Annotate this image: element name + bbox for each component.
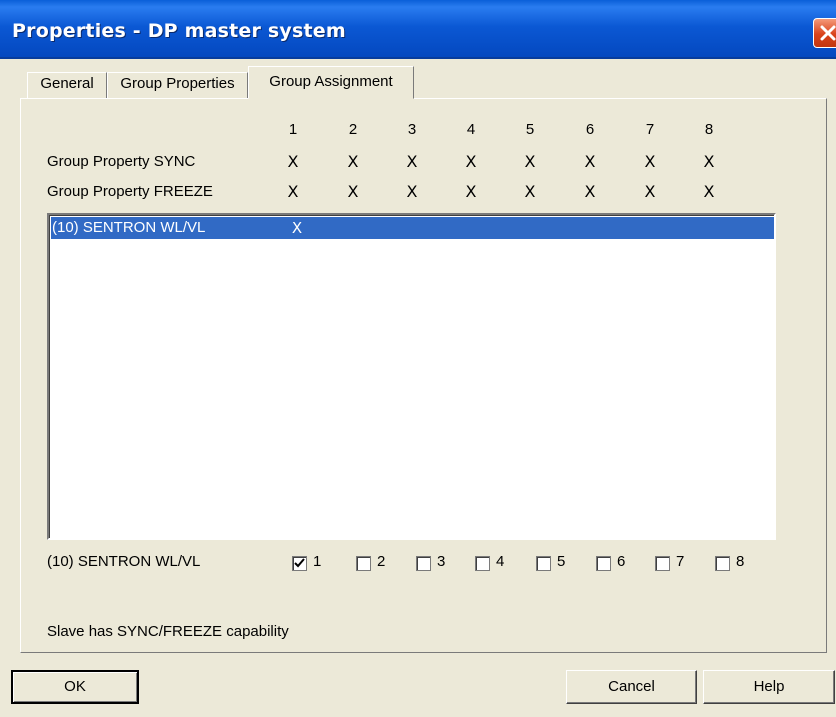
sync-mark-5: X xyxy=(524,152,536,171)
group-checkbox-1-label: 1 xyxy=(313,553,322,570)
group-checkbox-6-label: 6 xyxy=(617,553,626,570)
slave-group-mark: X xyxy=(291,219,303,237)
group-checkbox-7-label: 7 xyxy=(676,553,685,570)
freeze-mark-2: X xyxy=(347,182,359,201)
freeze-mark-1: X xyxy=(287,182,299,201)
group-column-4: 4 xyxy=(466,121,476,138)
tab-strip: General Group Properties Group Assignmen… xyxy=(0,66,836,99)
freeze-mark-5: X xyxy=(524,182,536,201)
freeze-row-label: Group Property FREEZE xyxy=(47,183,213,200)
list-item[interactable]: (10) SENTRON WL/VL X xyxy=(51,217,774,239)
tab-group-properties[interactable]: Group Properties xyxy=(107,72,248,98)
title-bar: Properties - DP master system xyxy=(0,0,836,59)
group-checkbox-4[interactable] xyxy=(475,556,490,571)
freeze-mark-8: X xyxy=(703,182,715,201)
tab-general[interactable]: General xyxy=(27,72,107,98)
slave-name: (10) SENTRON WL/VL xyxy=(52,219,206,236)
sync-mark-4: X xyxy=(465,152,477,171)
cancel-button[interactable]: Cancel xyxy=(566,670,697,704)
status-text: Slave has SYNC/FREEZE capability xyxy=(47,623,289,640)
group-column-3: 3 xyxy=(407,121,417,138)
group-column-7: 7 xyxy=(645,121,655,138)
ok-button[interactable]: OK xyxy=(11,670,139,704)
group-column-5: 5 xyxy=(525,121,535,138)
checkmark-icon xyxy=(294,558,305,568)
sync-mark-7: X xyxy=(644,152,656,171)
group-checkbox-8[interactable] xyxy=(715,556,730,571)
assignment-slave-label: (10) SENTRON WL/VL xyxy=(47,553,201,570)
group-checkbox-3-label: 3 xyxy=(437,553,446,570)
freeze-mark-6: X xyxy=(584,182,596,201)
group-checkbox-5-label: 5 xyxy=(557,553,566,570)
group-column-6: 6 xyxy=(585,121,595,138)
group-checkbox-7[interactable] xyxy=(655,556,670,571)
window-title: Properties - DP master system xyxy=(12,20,346,42)
close-button[interactable] xyxy=(813,18,836,48)
freeze-mark-4: X xyxy=(465,182,477,201)
sync-row-label: Group Property SYNC xyxy=(47,153,196,170)
freeze-mark-7: X xyxy=(644,182,656,201)
help-button[interactable]: Help xyxy=(703,670,835,704)
group-checkbox-5[interactable] xyxy=(536,556,551,571)
group-checkbox-3[interactable] xyxy=(416,556,431,571)
sync-mark-2: X xyxy=(347,152,359,171)
tab-group-assignment[interactable]: Group Assignment xyxy=(248,66,414,99)
group-checkbox-1[interactable] xyxy=(292,556,307,571)
freeze-mark-3: X xyxy=(406,182,418,201)
sync-mark-8: X xyxy=(703,152,715,171)
sync-mark-1: X xyxy=(287,152,299,171)
group-checkbox-4-label: 4 xyxy=(496,553,505,570)
group-checkbox-2[interactable] xyxy=(356,556,371,571)
group-checkbox-6[interactable] xyxy=(596,556,611,571)
group-column-8: 8 xyxy=(704,121,714,138)
close-icon xyxy=(820,25,836,41)
slave-list[interactable]: (10) SENTRON WL/VL X xyxy=(47,213,776,540)
group-column-2: 2 xyxy=(348,121,358,138)
group-column-1: 1 xyxy=(288,121,298,138)
sync-mark-6: X xyxy=(584,152,596,171)
sync-mark-3: X xyxy=(406,152,418,171)
group-checkbox-2-label: 2 xyxy=(377,553,386,570)
group-checkbox-8-label: 8 xyxy=(736,553,745,570)
